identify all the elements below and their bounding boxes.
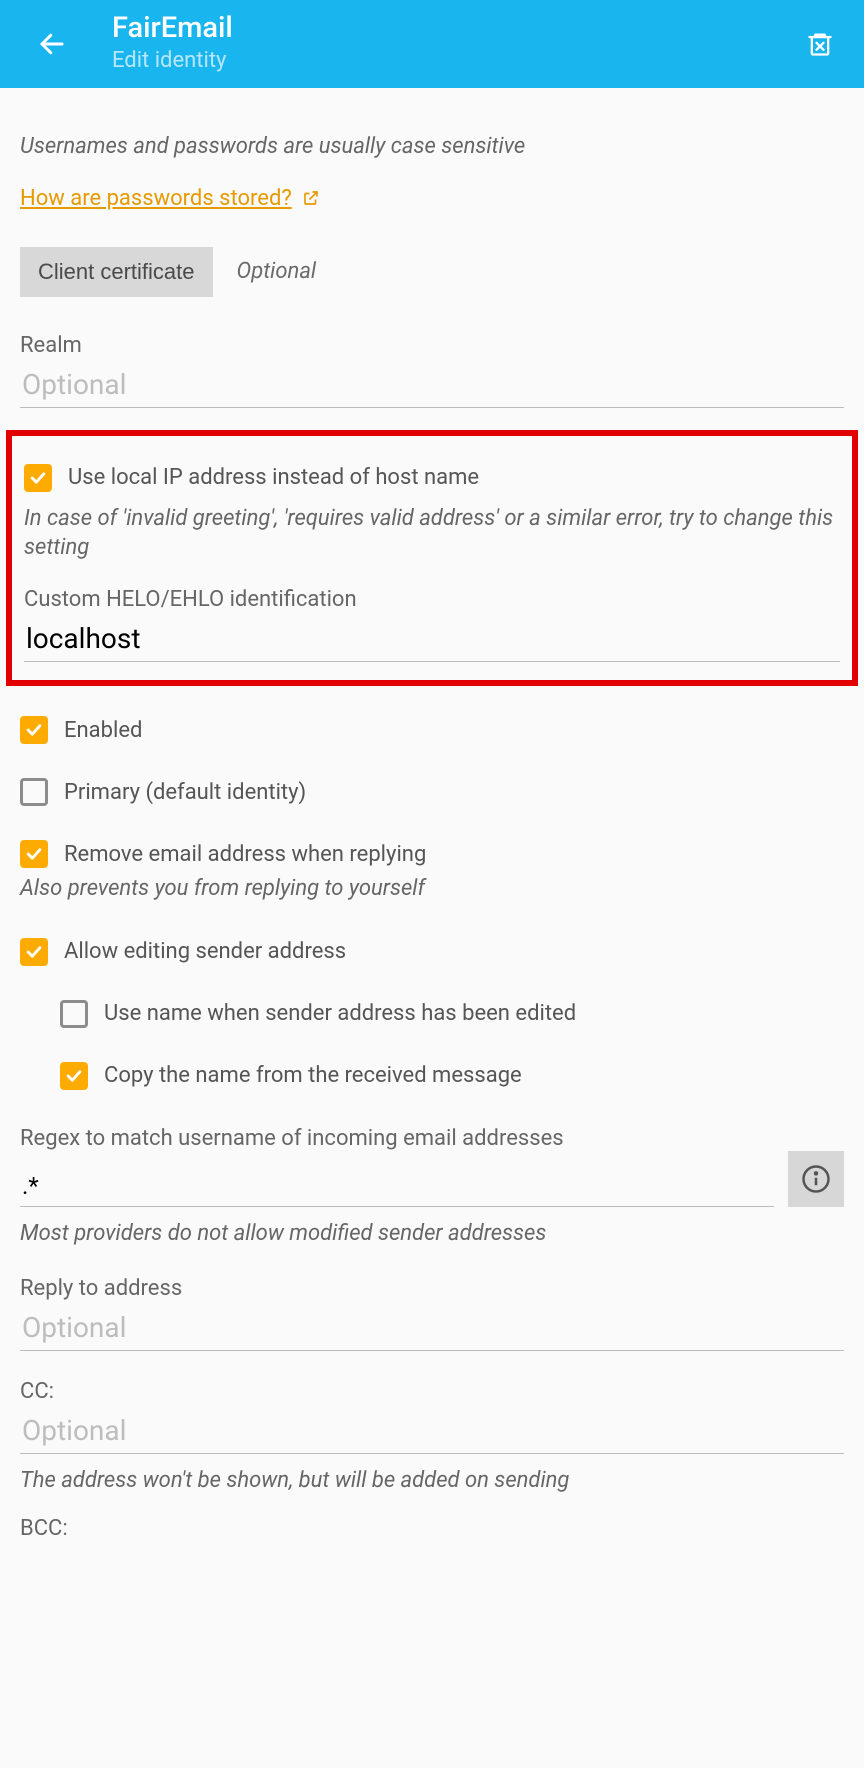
case-sensitive-note: Usernames and passwords are usually case…: [20, 132, 844, 162]
app-bar: FairEmail Edit identity: [0, 0, 864, 88]
checkmark-icon: [24, 844, 44, 864]
title-block: FairEmail Edit identity: [112, 13, 796, 74]
cc-note: The address won't be shown, but will be …: [20, 1466, 844, 1496]
allow-edit-sender-label: Allow editing sender address: [64, 939, 346, 964]
delete-button[interactable]: [796, 20, 844, 68]
remove-address-row[interactable]: Remove email address when replying: [20, 840, 844, 868]
use-name-edited-row[interactable]: Use name when sender address has been ed…: [60, 1000, 844, 1028]
client-certificate-button[interactable]: Client certificate: [20, 247, 213, 297]
app-subtitle: Edit identity: [112, 47, 796, 75]
primary-label: Primary (default identity): [64, 780, 306, 805]
external-link-icon: [302, 189, 320, 207]
use-local-ip-row[interactable]: Use local IP address instead of host nam…: [24, 464, 840, 492]
password-storage-link[interactable]: How are passwords stored?: [20, 186, 320, 211]
realm-label: Realm: [20, 333, 844, 358]
regex-info-button[interactable]: [788, 1151, 844, 1207]
bcc-label: BCC:: [20, 1516, 844, 1541]
regex-note: Most providers do not allow modified sen…: [20, 1219, 844, 1249]
arrow-left-icon: [37, 29, 67, 59]
enabled-label: Enabled: [64, 718, 142, 743]
checkmark-icon: [24, 942, 44, 962]
regex-label: Regex to match username of incoming emai…: [20, 1126, 844, 1151]
copy-name-label: Copy the name from the received message: [104, 1063, 522, 1088]
client-cert-row: Client certificate Optional: [20, 247, 844, 297]
use-name-edited-label: Use name when sender address has been ed…: [104, 1001, 576, 1026]
regex-input[interactable]: [20, 1162, 774, 1207]
invalid-greeting-note: In case of 'invalid greeting', 'requires…: [24, 504, 840, 563]
use-local-ip-checkbox[interactable]: [24, 464, 52, 492]
allow-edit-sender-checkbox[interactable]: [20, 938, 48, 966]
checkmark-icon: [64, 1066, 84, 1086]
reply-to-input[interactable]: [20, 1301, 844, 1351]
copy-name-row[interactable]: Copy the name from the received message: [60, 1062, 844, 1090]
reply-to-label: Reply to address: [20, 1276, 844, 1301]
cc-label: CC:: [20, 1379, 844, 1404]
primary-checkbox[interactable]: [20, 778, 48, 806]
checkmark-icon: [24, 720, 44, 740]
remove-address-label: Remove email address when replying: [64, 842, 426, 867]
highlighted-section: Use local IP address instead of host nam…: [6, 430, 858, 686]
enabled-checkbox[interactable]: [20, 716, 48, 744]
trash-icon: [806, 29, 834, 59]
content-area: Usernames and passwords are usually case…: [0, 88, 864, 1551]
primary-row[interactable]: Primary (default identity): [20, 778, 844, 806]
helo-label: Custom HELO/EHLO identification: [24, 587, 840, 612]
copy-name-checkbox[interactable]: [60, 1062, 88, 1090]
helo-input[interactable]: [24, 612, 840, 662]
app-title: FairEmail: [112, 13, 796, 45]
cc-input[interactable]: [20, 1404, 844, 1454]
enabled-row[interactable]: Enabled: [20, 716, 844, 744]
remove-address-checkbox[interactable]: [20, 840, 48, 868]
use-local-ip-label: Use local IP address instead of host nam…: [68, 465, 479, 490]
allow-edit-sender-row[interactable]: Allow editing sender address: [20, 938, 844, 966]
remove-address-note: Also prevents you from replying to yours…: [20, 874, 844, 904]
use-name-edited-checkbox[interactable]: [60, 1000, 88, 1028]
checkmark-icon: [28, 468, 48, 488]
back-button[interactable]: [28, 20, 76, 68]
realm-input[interactable]: [20, 358, 844, 408]
link-label: How are passwords stored?: [20, 186, 292, 211]
client-cert-hint: Optional: [237, 259, 317, 284]
info-icon: [801, 1164, 831, 1194]
